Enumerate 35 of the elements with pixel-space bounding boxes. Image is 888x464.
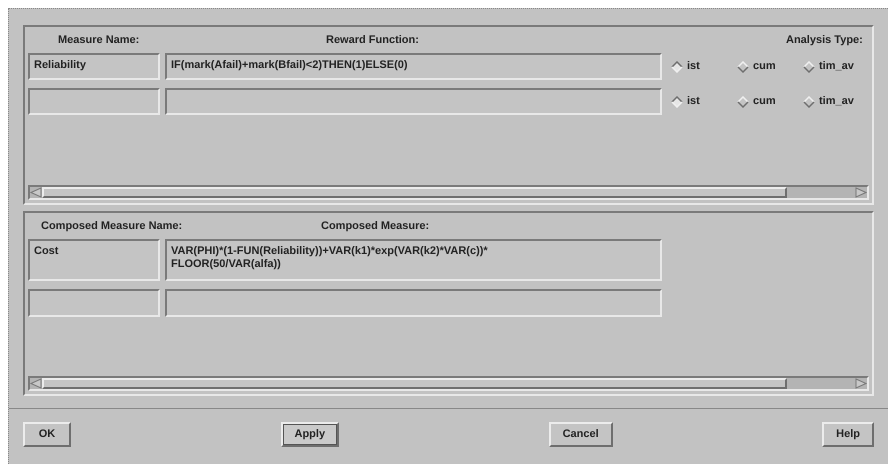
scroll-left-icon[interactable]	[30, 378, 42, 389]
radio-label: tim_av	[819, 59, 854, 74]
scroll-right-icon[interactable]	[855, 378, 867, 389]
radio-button[interactable]	[803, 96, 815, 108]
radio-button[interactable]	[737, 96, 749, 108]
column-header: Measure Name:	[58, 32, 140, 48]
composed-measure-field[interactable]	[165, 289, 662, 317]
column-header: Reward Function:	[326, 32, 420, 48]
radio-label: cum	[753, 94, 776, 110]
radio-label: ist	[687, 94, 700, 110]
reward-function-field[interactable]: IF(mark(Afail)+mark(Bfail)<2)THEN(1)ELSE(0)	[165, 53, 662, 80]
dialog-button[interactable]: Apply	[280, 422, 340, 447]
radio-label: ist	[687, 59, 700, 74]
radio-label: tim_av	[819, 94, 854, 110]
measure-name-field[interactable]	[28, 88, 160, 115]
scroll-left-icon[interactable]	[30, 187, 42, 198]
reward-function-field[interactable]	[165, 88, 662, 115]
column-header: Analysis Type:	[786, 32, 863, 48]
dialog-button[interactable]: OK	[23, 422, 71, 447]
composed-name-field[interactable]	[28, 289, 160, 317]
radio-button[interactable]	[671, 96, 683, 108]
measure-name-field[interactable]: Reliability	[28, 53, 160, 80]
horizontal-scrollbar[interactable]	[28, 185, 869, 200]
radio-button[interactable]	[803, 60, 815, 72]
composed-name-field[interactable]: Cost	[28, 239, 160, 281]
dialog-button[interactable]: Cancel	[548, 422, 613, 447]
radio-label: cum	[753, 59, 776, 74]
dialog-button[interactable]: Help	[822, 422, 874, 447]
radio-button[interactable]	[671, 60, 683, 72]
horizontal-scrollbar[interactable]	[28, 376, 869, 391]
scroll-right-icon[interactable]	[855, 187, 867, 198]
composed-measure-field[interactable]: VAR(PHI)*(1-FUN(Reliability))+VAR(k1)*exp(VAR(k2)*VAR(c))* FLOOR(50/VAR(alfa))	[165, 239, 662, 281]
column-header: Composed Measure:	[321, 218, 430, 234]
radio-button[interactable]	[737, 60, 749, 72]
column-header: Composed Measure Name:	[41, 218, 184, 234]
